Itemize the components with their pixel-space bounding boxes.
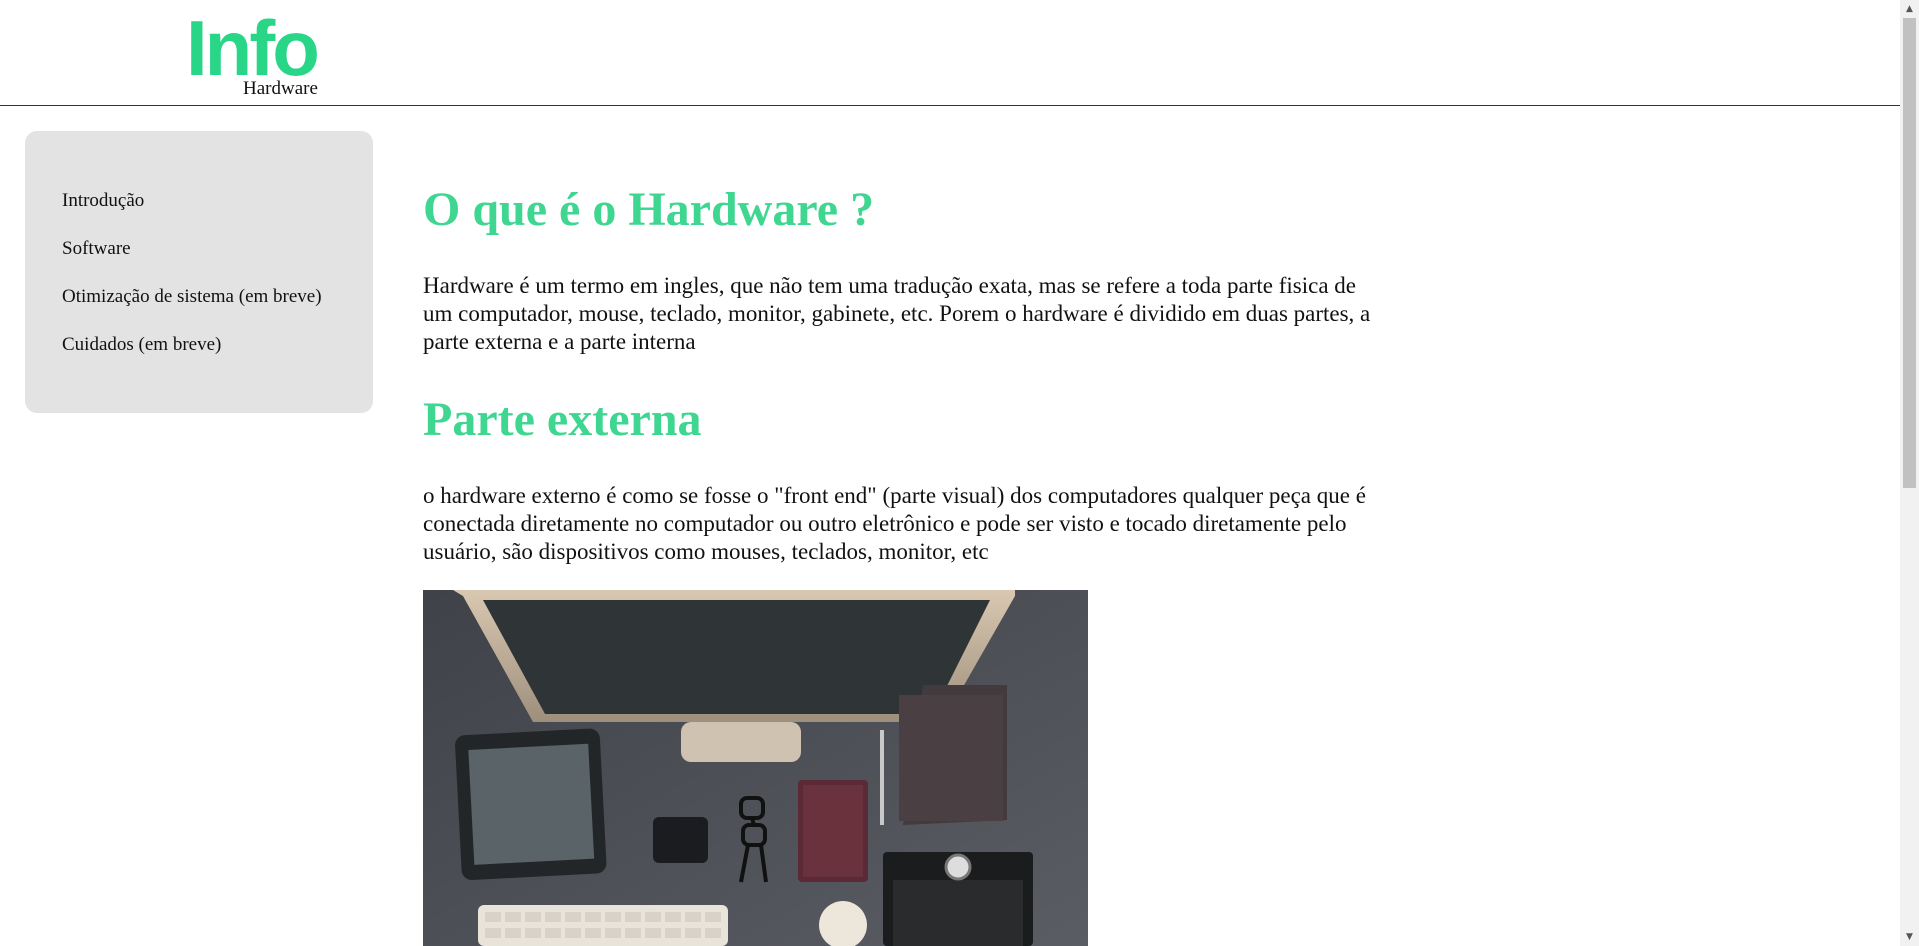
scroll-up-arrow-icon[interactable]: ▲	[1904, 2, 1915, 16]
desk-hardware-photo	[423, 590, 1088, 946]
heading-parte-externa: Parte externa	[423, 393, 702, 446]
sidebar-nav: Introdução Software Otimização de sistem…	[25, 131, 373, 413]
sidebar-item-software[interactable]: Software	[62, 238, 131, 260]
sidebar-item-introducao[interactable]: Introdução	[62, 190, 144, 212]
page: Info Hardware Introdução Software Otimiz…	[0, 0, 1900, 946]
vertical-scrollbar[interactable]: ▲ ▼	[1900, 0, 1919, 946]
scroll-down-arrow-icon[interactable]: ▼	[1904, 930, 1915, 944]
paragraph-hardware-intro: Hardware é um termo em ingles, que não t…	[423, 273, 1371, 354]
sidebar-item-otimizacao[interactable]: Otimização de sistema (em breve)	[62, 286, 322, 308]
sidebar-item-cuidados[interactable]: Cuidados (em breve)	[62, 334, 221, 356]
scrollbar-thumb[interactable]	[1903, 18, 1916, 488]
site-header: Info Hardware	[0, 0, 1900, 106]
site-logo[interactable]: Info Hardware	[186, 6, 346, 102]
paragraph-parte-externa: o hardware externo é como se fosse o "fr…	[423, 483, 1366, 564]
logo-subtitle: Hardware	[243, 78, 318, 99]
heading-o-que-e-hardware: O que é o Hardware ?	[423, 183, 875, 236]
